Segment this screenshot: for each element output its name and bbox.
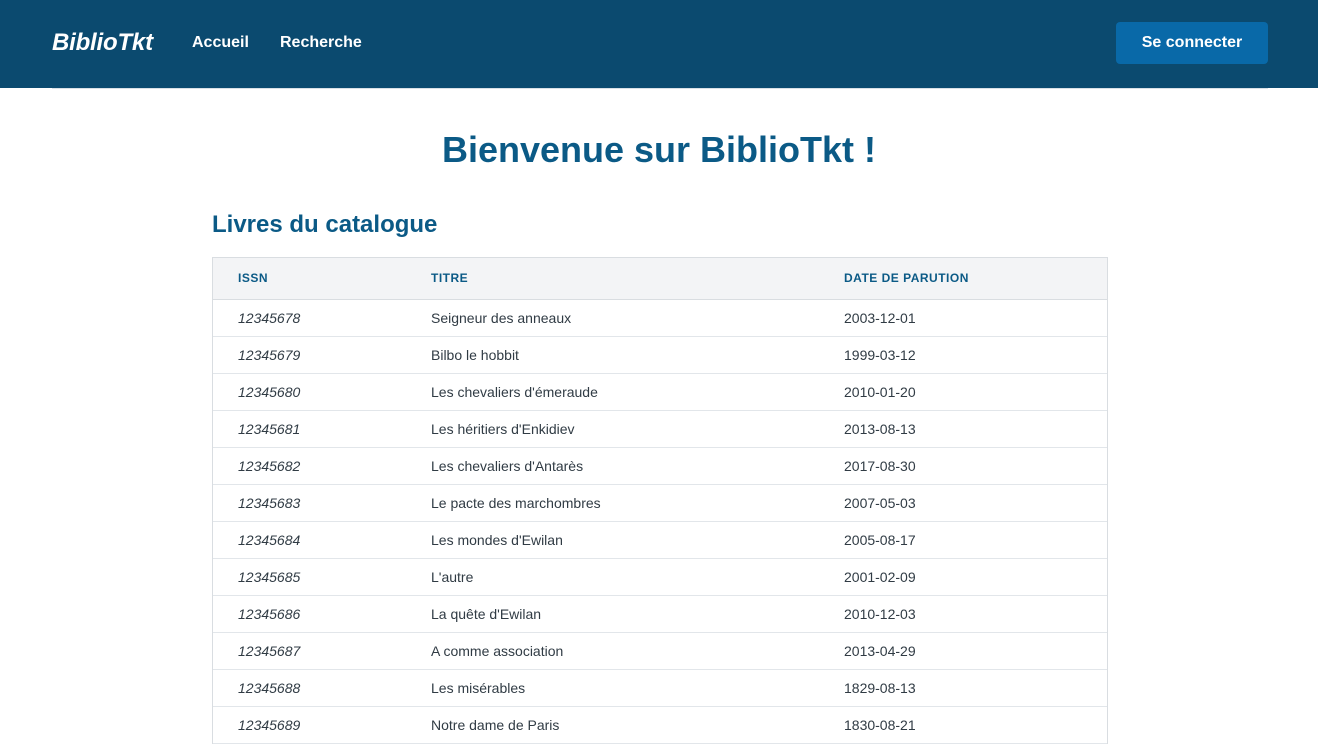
column-header-issn: ISSN xyxy=(213,258,406,300)
table-row: 12345682 Les chevaliers d'Antarès 2017-08-… xyxy=(213,447,1107,485)
nav-link-home[interactable]: Accueil xyxy=(192,33,249,53)
issn-cell: 12345681 xyxy=(213,410,406,448)
title-cell: L'autre xyxy=(406,558,819,596)
publication-date-cell: 2017-08-30 xyxy=(819,447,1107,485)
title-cell: Le pacte des marchombres xyxy=(406,484,819,522)
publication-date-cell: 2013-08-13 xyxy=(819,410,1107,448)
title-cell: Les mondes d'Ewilan xyxy=(406,521,819,559)
top-navbar: BiblioTkt Accueil Recherche Se connecter xyxy=(0,0,1318,88)
issn-cell: 12345682 xyxy=(213,447,406,485)
table-row: 12345689 Notre dame de Paris 1830-08-21 xyxy=(213,706,1107,744)
title-cell: Bilbo le hobbit xyxy=(406,336,819,374)
brand-logo[interactable]: BiblioTkt xyxy=(52,28,153,58)
issn-cell: 12345689 xyxy=(213,706,406,744)
column-header-publication-date: DATE DE PARUTION xyxy=(819,258,1107,300)
column-header-title: TITRE xyxy=(406,258,819,300)
page-title: Bienvenue sur BiblioTkt ! xyxy=(441,129,877,170)
issn-cell: 12345688 xyxy=(213,669,406,707)
publication-date-cell: 2013-04-29 xyxy=(819,632,1107,670)
table-row: 12345678 Seigneur des anneaux 2003-12-01 xyxy=(213,299,1107,337)
catalog-table-body: 12345678 Seigneur des anneaux 2003-12-01 12… xyxy=(213,299,1107,744)
issn-cell: 12345680 xyxy=(213,373,406,411)
table-row: 12345684 Les mondes d'Ewilan 2005-08-17 xyxy=(213,521,1107,559)
table-row: 12345679 Bilbo le hobbit 1999-03-12 xyxy=(213,336,1107,374)
title-cell: Les chevaliers d'émeraude xyxy=(406,373,819,411)
title-cell: Les misérables xyxy=(406,669,819,707)
table-row: 12345685 L'autre 2001-02-09 xyxy=(213,558,1107,596)
publication-date-cell: 2010-01-20 xyxy=(819,373,1107,411)
table-row: 12345686 La quête d'Ewilan 2010-12-03 xyxy=(213,595,1107,633)
publication-date-cell: 2010-12-03 xyxy=(819,595,1107,633)
login-button[interactable]: Se connecter xyxy=(1116,22,1268,64)
catalog-heading: Livres du catalogue xyxy=(212,211,438,238)
title-cell: Seigneur des anneaux xyxy=(406,299,819,337)
publication-date-cell: 2001-02-09 xyxy=(819,558,1107,596)
publication-date-cell: 1829-08-13 xyxy=(819,669,1107,707)
nav-link-search[interactable]: Recherche xyxy=(280,33,362,53)
table-row: 12345688 Les misérables 1829-08-13 xyxy=(213,669,1107,707)
table-row: 12345683 Le pacte des marchombres 2007-05-… xyxy=(213,484,1107,522)
catalog-table: ISSN TITRE DATE DE PARUTION 12345678 Seig… xyxy=(213,258,1107,744)
publication-date-cell: 2007-05-03 xyxy=(819,484,1107,522)
title-cell: La quête d'Ewilan xyxy=(406,595,819,633)
header-divider xyxy=(52,88,1268,89)
issn-cell: 12345678 xyxy=(213,299,406,337)
issn-cell: 12345679 xyxy=(213,336,406,374)
catalog-table-header: ISSN TITRE DATE DE PARUTION xyxy=(213,258,1107,300)
table-row: 12345681 Les héritiers d'Enkidiev 2013-08-… xyxy=(213,410,1107,448)
issn-cell: 12345686 xyxy=(213,595,406,633)
title-cell: Les chevaliers d'Antarès xyxy=(406,447,819,485)
table-header-row: ISSN TITRE DATE DE PARUTION xyxy=(213,258,1107,300)
publication-date-cell: 1830-08-21 xyxy=(819,706,1107,744)
title-cell: Les héritiers d'Enkidiev xyxy=(406,410,819,448)
issn-cell: 12345687 xyxy=(213,632,406,670)
issn-cell: 12345685 xyxy=(213,558,406,596)
table-row: 12345680 Les chevaliers d'émeraude 2010-01… xyxy=(213,373,1107,411)
issn-cell: 12345683 xyxy=(213,484,406,522)
publication-date-cell: 1999-03-12 xyxy=(819,336,1107,374)
publication-date-cell: 2003-12-01 xyxy=(819,299,1107,337)
title-cell: A comme association xyxy=(406,632,819,670)
publication-date-cell: 2005-08-17 xyxy=(819,521,1107,559)
catalog-table-container: ISSN TITRE DATE DE PARUTION 12345678 Seig… xyxy=(212,257,1108,744)
title-cell: Notre dame de Paris xyxy=(406,706,819,744)
table-row: 12345687 A comme association 2013-04-29 xyxy=(213,632,1107,670)
issn-cell: 12345684 xyxy=(213,521,406,559)
